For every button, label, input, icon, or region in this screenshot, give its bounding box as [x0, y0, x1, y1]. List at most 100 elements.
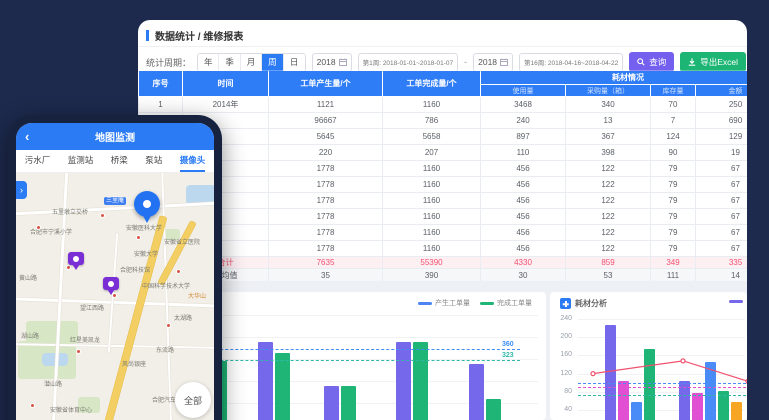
bar-完成工单量 — [486, 399, 501, 420]
cell-value: 90 — [651, 145, 696, 161]
total-value: 55390 — [383, 257, 481, 269]
map-view[interactable]: 三里庵五里墩立交桥合肥市宁溪小学安徽医科大学安徽省立医院安徽大学合肥科技馆黄山路… — [16, 173, 214, 420]
poi-dot — [30, 403, 35, 408]
map-label-安徽大学: 安徽大学 — [134, 249, 158, 258]
bar-consumable — [705, 362, 716, 420]
legend-dash — [480, 302, 494, 305]
year-end-select[interactable]: 2018 — [473, 53, 513, 72]
tab-污水厂[interactable]: 污水厂 — [25, 150, 51, 172]
cell-value: 897 — [481, 129, 566, 145]
total-value: 859 — [566, 257, 651, 269]
chart-title-icon — [560, 298, 571, 309]
charts-strip: 产生工单量完成工单量 360323 耗材分析 2402001601208040 — [138, 281, 747, 420]
legend-item-完成工单量[interactable]: 完成工单量 — [480, 298, 532, 308]
cell-value: 207 — [383, 145, 481, 161]
range-separator: - — [464, 57, 467, 67]
map-label-安徽省体育中心: 安徽省体育中心 — [50, 405, 92, 414]
bar-consumable — [644, 349, 655, 420]
cell-value: 79 — [651, 177, 696, 193]
gridline — [578, 337, 745, 338]
y-axis-tick: 160 — [554, 351, 572, 358]
download-icon — [688, 58, 696, 66]
gridline — [578, 319, 745, 320]
table-row: 296667786240137690 — [139, 113, 748, 129]
gridline — [578, 374, 745, 375]
poi-dot — [66, 265, 71, 270]
cell-value: 398 — [566, 145, 651, 161]
tab-摄像头[interactable]: 摄像头 — [180, 150, 206, 172]
map-expander-button[interactable]: › — [16, 181, 27, 199]
total-value: 7635 — [269, 257, 383, 269]
phone-header: ‹ 地图监测 — [16, 123, 214, 150]
bar-产生工单量 — [469, 364, 484, 420]
y-axis-tick: 80 — [554, 388, 572, 395]
bar-consumable — [692, 393, 703, 420]
tab-泵站[interactable]: 泵站 — [145, 150, 162, 172]
poi-dot — [166, 323, 171, 328]
bar-完成工单量 — [413, 342, 428, 420]
map-main-road — [104, 216, 167, 420]
total-row: 合计7635553904330859349335 — [139, 257, 748, 269]
map-label-东流路: 东流路 — [156, 345, 174, 354]
cell-value: 70 — [651, 97, 696, 113]
table-body: 12014年1121116034683407025029666778624013… — [139, 97, 748, 282]
cell-value: 1778 — [269, 241, 383, 257]
avg-value: 30 — [481, 269, 566, 282]
map-label-红星美凯龙: 红星美凯龙 — [70, 335, 100, 344]
period-option-月[interactable]: 月 — [241, 54, 262, 71]
total-value: 349 — [651, 257, 696, 269]
column-header: 耗材情况 — [481, 71, 748, 85]
legend-item-产生工单量[interactable]: 产生工单量 — [418, 298, 470, 308]
phone-mockup: ‹ 地图监测 污水厂监测站桥梁泵站摄像头 三里庵五里墩立交桥合肥市宁溪小学安徽医… — [8, 115, 222, 420]
header-divider — [138, 46, 747, 47]
table-row: 356455658897367124129 — [139, 129, 748, 145]
cell-value: 367 — [566, 129, 651, 145]
cell-value: 122 — [566, 177, 651, 193]
cell-value: 67 — [696, 193, 748, 209]
table-row: 12014年11211160346834070250 — [139, 97, 748, 113]
week-range-end[interactable]: 第16周: 2018-04-16~2018-04-22 — [519, 53, 623, 72]
repair-report-table: 序号时间工单产生量/个工单完成量/个耗材情况使用量采购量（箱）库存量金额 120… — [138, 70, 747, 282]
table-row: 7177811604561227967 — [139, 193, 748, 209]
map-label-五里墩立交桥: 五里墩立交桥 — [52, 207, 88, 216]
all-filter-button[interactable]: 全部 — [175, 382, 211, 418]
cell-value: 690 — [696, 113, 748, 129]
tab-桥梁[interactable]: 桥梁 — [111, 150, 128, 172]
query-button[interactable]: 查询 — [629, 52, 674, 72]
search-icon — [637, 58, 645, 66]
breadcrumb: 数据统计 / 维修报表 — [146, 28, 243, 42]
period-option-周[interactable]: 周 — [262, 54, 283, 71]
week-range-start[interactable]: 第1周: 2018-01-01~2018-01-07 — [358, 53, 459, 72]
map-label-三里庵: 三里庵 — [104, 197, 126, 205]
calendar-icon — [500, 58, 508, 66]
cell-value: 1160 — [383, 225, 481, 241]
year-start-value: 2018 — [317, 57, 336, 67]
period-option-季[interactable]: 季 — [219, 54, 240, 71]
poi-dot — [76, 349, 81, 354]
gridline — [170, 315, 538, 316]
cell-value: 7 — [651, 113, 696, 129]
cell-value: 456 — [481, 193, 566, 209]
y-axis-tick: 120 — [554, 370, 572, 377]
cell-value: 13 — [566, 113, 651, 129]
map-road — [16, 297, 214, 307]
map-label-合肥科技馆: 合肥科技馆 — [120, 265, 150, 274]
cell-value: 1121 — [269, 97, 383, 113]
tab-监测站[interactable]: 监测站 — [68, 150, 94, 172]
year-start-select[interactable]: 2018 — [312, 53, 352, 72]
export-excel-button[interactable]: 导出Excel — [680, 52, 746, 72]
back-icon[interactable]: ‹ — [25, 130, 33, 143]
consumables-chart-legend[interactable] — [729, 300, 743, 303]
location-pin-tip — [142, 214, 152, 223]
table-row: 9177811604561227967 — [139, 225, 748, 241]
subcolumn-header: 金额 — [696, 85, 748, 97]
cell-value: 79 — [651, 225, 696, 241]
period-option-日[interactable]: 日 — [284, 54, 305, 71]
column-header: 工单产生量/个 — [269, 71, 383, 97]
poi-dot — [100, 213, 105, 218]
avg-row: 平均值35390305311114 — [139, 269, 748, 282]
cell-value: 340 — [566, 97, 651, 113]
cell-value: 122 — [566, 193, 651, 209]
period-option-年[interactable]: 年 — [198, 54, 219, 71]
period-segmented-control: 年季月周日 — [197, 53, 306, 72]
